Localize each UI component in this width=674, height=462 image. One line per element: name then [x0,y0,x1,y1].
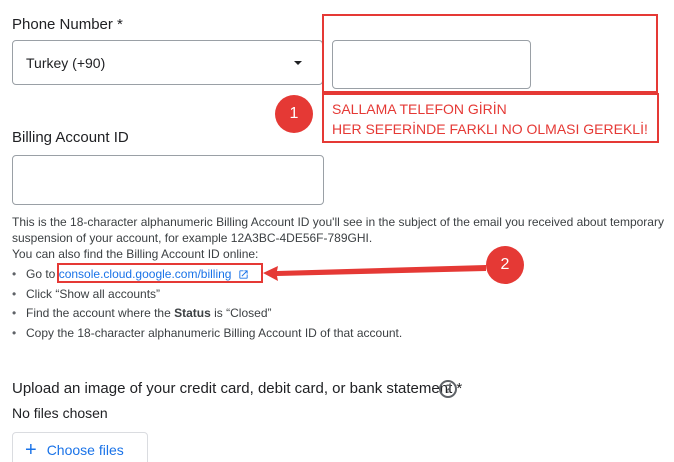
help-icon[interactable]: ? [439,380,457,398]
plus-icon: + [25,439,37,461]
upload-status: No files chosen [12,405,108,421]
choose-files-button[interactable]: + Choose files [12,432,148,462]
choose-files-label: Choose files [46,442,124,458]
upload-label: Upload an image of your credit card, deb… [12,380,463,397]
arrow-icon [263,265,486,281]
billing-appeal-form: Phone Number * Turkey (+90) 1 SALLAMA TE… [0,0,674,462]
